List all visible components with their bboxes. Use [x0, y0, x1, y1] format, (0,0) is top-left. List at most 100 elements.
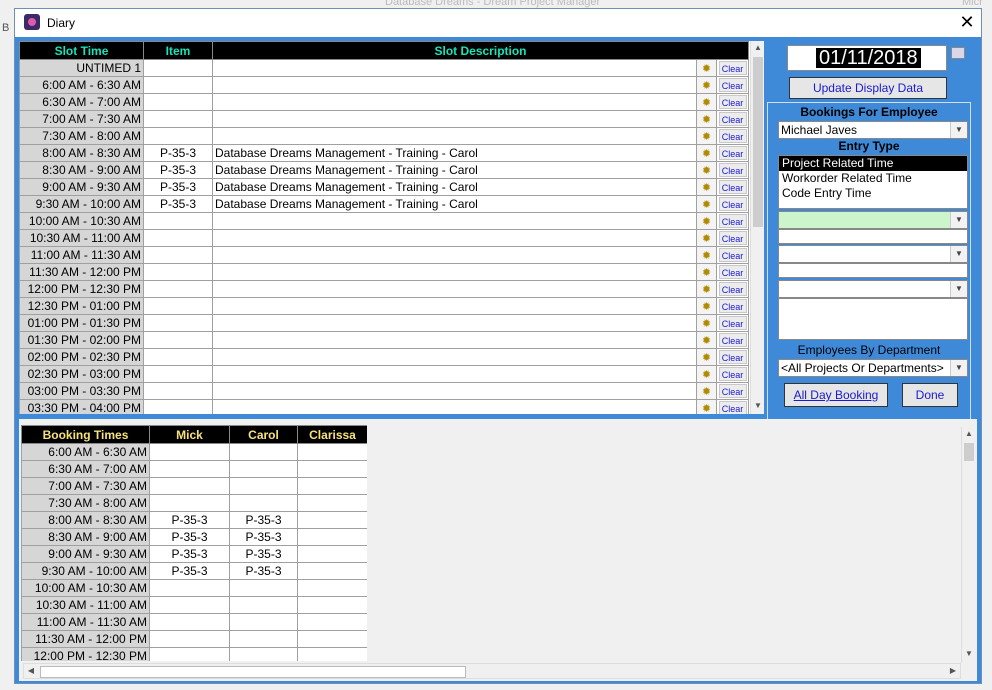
clear-button[interactable]: Clear: [718, 384, 747, 398]
slot-item-cell[interactable]: [143, 263, 213, 281]
booking-cell[interactable]: [149, 477, 230, 495]
lightbulb-icon[interactable]: ✹: [702, 147, 711, 161]
booking-cell[interactable]: [297, 579, 367, 597]
booking-cell[interactable]: [229, 596, 298, 614]
lightbulb-icon[interactable]: ✹: [702, 249, 711, 263]
booking-cell[interactable]: [229, 613, 298, 631]
slot-description-cell[interactable]: Database Dreams Management - Training - …: [212, 161, 697, 179]
slot-row[interactable]: 02:30 PM - 03:00 PM ✹ Clear: [19, 365, 750, 383]
slot-row[interactable]: 9:00 AM - 9:30 AM P-35-3 Database Dreams M…: [19, 178, 750, 196]
chevron-down-icon[interactable]: ▼: [950, 122, 967, 138]
lightbulb-icon[interactable]: ✹: [702, 164, 711, 178]
slot-description-cell[interactable]: [212, 314, 697, 332]
booking-cell[interactable]: P-35-3: [149, 528, 230, 546]
slot-description-cell[interactable]: [212, 399, 697, 414]
slot-row[interactable]: 7:00 AM - 7:30 AM ✹ Clear: [19, 110, 750, 128]
slot-description-cell[interactable]: Database Dreams Management - Training - …: [212, 178, 697, 196]
slot-row[interactable]: UNTIMED 1 ✹ Clear: [19, 59, 750, 77]
lightbulb-icon[interactable]: ✹: [702, 385, 711, 399]
lightbulb-icon[interactable]: ✹: [702, 402, 711, 415]
slot-row[interactable]: 6:00 AM - 6:30 AM ✹ Clear: [19, 76, 750, 94]
booking-cell[interactable]: [297, 545, 367, 563]
lightbulb-icon[interactable]: ✹: [702, 215, 711, 229]
bookings-horizontal-scrollbar[interactable]: ◀ ▶: [23, 663, 961, 679]
booking-cell[interactable]: [297, 613, 367, 631]
slot-lookup-icon[interactable]: ✹: [696, 59, 717, 77]
slot-item-cell[interactable]: [143, 399, 213, 414]
lightbulb-icon[interactable]: ✹: [702, 232, 711, 246]
slot-item-cell[interactable]: [143, 212, 213, 230]
slot-row[interactable]: 9:30 AM - 10:00 AM P-35-3 Database Dreams …: [19, 195, 750, 213]
project-combo[interactable]: ▼: [778, 211, 968, 229]
booking-cell[interactable]: [149, 579, 230, 597]
entry-type-list[interactable]: Project Related Time Workorder Related T…: [778, 155, 968, 209]
lightbulb-icon[interactable]: ✹: [702, 181, 711, 195]
slot-row[interactable]: 12:30 PM - 01:00 PM ✹ Clear: [19, 297, 750, 315]
scroll-thumb[interactable]: [40, 666, 466, 678]
clear-button[interactable]: Clear: [718, 333, 747, 347]
slot-row[interactable]: 8:30 AM - 9:00 AM P-35-3 Database Dreams M…: [19, 161, 750, 179]
calendar-icon[interactable]: [951, 47, 965, 59]
slot-lookup-icon[interactable]: ✹: [696, 263, 717, 281]
slot-item-cell[interactable]: [143, 365, 213, 383]
booking-cell[interactable]: [229, 579, 298, 597]
slot-description-cell[interactable]: [212, 382, 697, 400]
lightbulb-icon[interactable]: ✹: [702, 351, 711, 365]
slot-item-cell[interactable]: [143, 76, 213, 94]
scroll-down-arrow-icon[interactable]: ▼: [962, 647, 976, 661]
booking-cell[interactable]: P-35-3: [229, 511, 298, 529]
slot-lookup-icon[interactable]: ✹: [696, 110, 717, 128]
project-detail-field[interactable]: [778, 229, 968, 244]
clear-button[interactable]: Clear: [718, 350, 747, 364]
slot-item-cell[interactable]: [143, 280, 213, 298]
slot-item-cell[interactable]: [143, 110, 213, 128]
slot-row[interactable]: 7:30 AM - 8:00 AM ✹ Clear: [19, 127, 750, 145]
booking-cell[interactable]: [229, 494, 298, 512]
notes-field[interactable]: [778, 298, 968, 340]
clear-button[interactable]: Clear: [718, 146, 747, 160]
clear-button[interactable]: Clear: [718, 282, 747, 296]
slot-lookup-icon[interactable]: ✹: [696, 93, 717, 111]
slot-lookup-icon[interactable]: ✹: [696, 348, 717, 366]
clear-button[interactable]: Clear: [718, 112, 747, 126]
slot-lookup-icon[interactable]: ✹: [696, 229, 717, 247]
slot-row[interactable]: 12:00 PM - 12:30 PM ✹ Clear: [19, 280, 750, 298]
slot-row[interactable]: 01:00 PM - 01:30 PM ✹ Clear: [19, 314, 750, 332]
slot-description-cell[interactable]: [212, 110, 697, 128]
entry-type-option[interactable]: Code Entry Time: [779, 186, 967, 201]
lightbulb-icon[interactable]: ✹: [702, 96, 711, 110]
clear-button[interactable]: Clear: [718, 214, 747, 228]
clear-button[interactable]: Clear: [718, 95, 747, 109]
lightbulb-icon[interactable]: ✹: [702, 113, 711, 127]
slot-row[interactable]: 10:30 AM - 11:00 AM ✹ Clear: [19, 229, 750, 247]
lightbulb-icon[interactable]: ✹: [702, 283, 711, 297]
slot-item-cell[interactable]: P-35-3: [143, 161, 213, 179]
slot-lookup-icon[interactable]: ✹: [696, 399, 717, 415]
slot-lookup-icon[interactable]: ✹: [696, 382, 717, 400]
clear-button[interactable]: Clear: [718, 265, 747, 279]
booking-cell[interactable]: [149, 596, 230, 614]
booking-cell[interactable]: [297, 528, 367, 546]
chevron-down-icon[interactable]: ▼: [950, 281, 967, 297]
booking-cell[interactable]: [149, 494, 230, 512]
slot-lookup-icon[interactable]: ✹: [696, 365, 717, 383]
slot-item-cell[interactable]: [143, 314, 213, 332]
slot-item-cell[interactable]: P-35-3: [143, 195, 213, 213]
booking-cell[interactable]: [297, 630, 367, 648]
slot-lookup-icon[interactable]: ✹: [696, 127, 717, 145]
slot-item-cell[interactable]: [143, 127, 213, 145]
clear-button[interactable]: Clear: [718, 180, 747, 194]
lightbulb-icon[interactable]: ✹: [702, 62, 711, 76]
date-field[interactable]: 01/11/2018: [787, 45, 947, 71]
clear-button[interactable]: Clear: [718, 401, 747, 414]
slot-lookup-icon[interactable]: ✹: [696, 280, 717, 298]
lightbulb-icon[interactable]: ✹: [702, 198, 711, 212]
clear-button[interactable]: Clear: [718, 61, 747, 75]
entry-type-option[interactable]: Project Related Time: [779, 156, 967, 171]
scroll-thumb[interactable]: [753, 57, 763, 227]
slot-description-cell[interactable]: [212, 365, 697, 383]
booking-cell[interactable]: [297, 647, 367, 661]
slot-row[interactable]: 02:00 PM - 02:30 PM ✹ Clear: [19, 348, 750, 366]
slot-item-cell[interactable]: [143, 331, 213, 349]
entry-type-option[interactable]: Workorder Related Time: [779, 171, 967, 186]
